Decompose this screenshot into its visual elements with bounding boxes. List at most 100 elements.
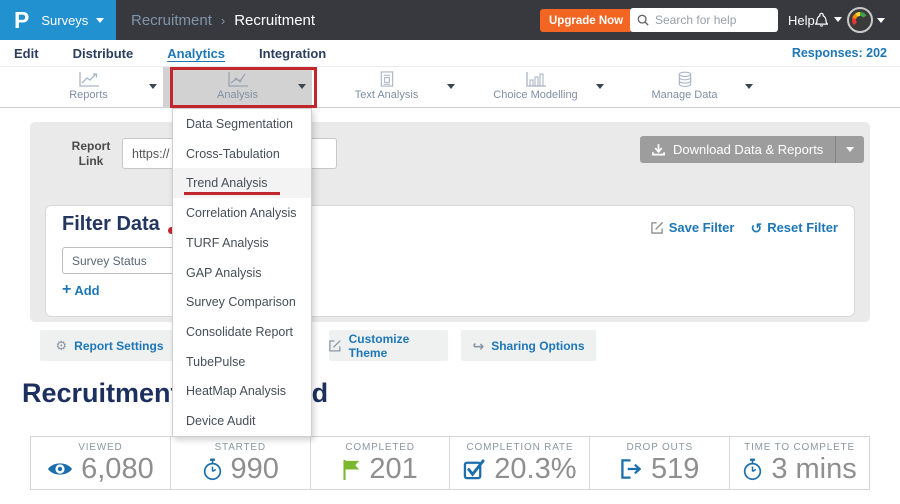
menu-item-device-audit[interactable]: Device Audit (173, 406, 311, 436)
menu-item-survey-comparison[interactable]: Survey Comparison (173, 287, 311, 317)
reset-icon: ↺ (750, 221, 762, 235)
stat-completion-rate: COMPLETION RATE 20.3% (450, 437, 590, 489)
help-link[interactable]: Help (788, 13, 815, 28)
tab-customize-theme[interactable]: Customize Theme (329, 330, 448, 361)
plus-icon: + (62, 282, 71, 298)
chevron-down-icon (149, 84, 157, 89)
toolbar-item-label: Reports (14, 89, 163, 101)
bell-icon (813, 10, 830, 28)
report-panel: Report Link Download Data & Reports Filt… (30, 122, 870, 322)
top-header: P Surveys Recruitment › Recruitment Upgr… (0, 0, 900, 40)
stat-value: 3 mins (771, 454, 856, 484)
save-filter-button[interactable]: Save Filter (651, 220, 735, 235)
toolbar-item-text-analysis[interactable]: Text Analysis (312, 67, 461, 108)
stat-label: STARTED (215, 442, 266, 453)
checkbox-icon (463, 458, 486, 480)
stat-completed: COMPLETED 201 (311, 437, 451, 489)
add-filter-label: Add (74, 283, 99, 298)
stat-value: 990 (231, 454, 279, 484)
toolbar-item-analysis[interactable]: Analysis (163, 67, 312, 108)
stat-value: 20.3% (494, 454, 576, 484)
edit-icon (651, 221, 664, 234)
toolbar-item-reports[interactable]: Reports (14, 67, 163, 108)
stat-drop-outs: DROP OUTS 519 (590, 437, 730, 489)
report-link-label: Report Link (68, 139, 114, 169)
nav-item-analytics[interactable]: Analytics (167, 46, 225, 61)
line-chart-icon (78, 71, 100, 88)
breadcrumb: Recruitment › Recruitment (131, 0, 315, 40)
stat-value: 519 (651, 454, 699, 484)
exit-icon (620, 458, 643, 480)
stopwatch-icon (202, 458, 223, 481)
nav-item-distribute[interactable]: Distribute (73, 46, 134, 61)
database-icon (676, 71, 694, 88)
tab-sharing-options[interactable]: ↪ Sharing Options (461, 330, 596, 361)
toolbar-item-label: Analysis (163, 89, 312, 101)
stat-viewed: VIEWED 6,080 (31, 437, 171, 489)
help-search[interactable] (630, 8, 778, 32)
stat-label: TIME TO COMPLETE (744, 442, 855, 453)
menu-item-gap-analysis[interactable]: GAP Analysis (173, 258, 311, 288)
search-input[interactable] (655, 13, 770, 27)
tab-label: Customize Theme (349, 332, 448, 360)
chevron-down-icon (846, 147, 854, 152)
download-icon (652, 143, 665, 156)
chevron-down-icon (596, 84, 604, 89)
chevron-down-icon (834, 17, 842, 22)
reset-filter-button[interactable]: ↺ Reset Filter (750, 220, 838, 235)
filter-data-title: Filter Data (62, 213, 160, 236)
stat-started: STARTED 990 (171, 437, 311, 489)
pencil-icon (329, 339, 342, 352)
download-data-reports-button[interactable]: Download Data & Reports (640, 136, 864, 163)
stat-label: COMPLETED (345, 442, 414, 453)
tab-label: Report Settings (74, 339, 163, 353)
trend-chart-icon (227, 71, 249, 88)
questionpro-logo: P (14, 7, 29, 34)
chevron-down-icon (447, 84, 455, 89)
menu-item-heatmap-analysis[interactable]: HeatMap Analysis (173, 377, 311, 407)
download-dropdown-toggle[interactable] (835, 136, 864, 163)
toolbar-item-choice-modelling[interactable]: Choice Modelling (461, 67, 610, 108)
add-filter-button[interactable]: + Add (62, 282, 100, 298)
notifications-menu[interactable] (813, 10, 842, 28)
survey-stats-bar: VIEWED 6,080 STARTED 990 (30, 436, 870, 490)
responses-count[interactable]: Responses: 202 (792, 46, 887, 60)
menu-item-tubepulse[interactable]: TubePulse (173, 347, 311, 377)
chevron-down-icon (96, 18, 104, 23)
menu-item-correlation-analysis[interactable]: Correlation Analysis (173, 198, 311, 228)
stat-value: 201 (369, 454, 417, 484)
filter-data-panel: Filter Data Save Filter ↺ Reset Filter S… (45, 205, 855, 317)
nav-item-integration[interactable]: Integration (259, 46, 326, 61)
menu-item-turf-analysis[interactable]: TURF Analysis (173, 228, 311, 258)
survey-status-value: Survey Status (72, 254, 147, 268)
breadcrumb-parent[interactable]: Recruitment (131, 12, 212, 29)
save-filter-label: Save Filter (669, 220, 735, 235)
upgrade-now-button[interactable]: Upgrade Now (540, 9, 632, 32)
menu-item-cross-tabulation[interactable]: Cross-Tabulation (173, 139, 311, 169)
chevron-down-icon (877, 18, 885, 23)
stat-label: VIEWED (78, 442, 122, 453)
menu-item-trend-analysis[interactable]: Trend Analysis (173, 168, 311, 198)
flag-icon (342, 458, 361, 481)
stat-label: DROP OUTS (626, 442, 692, 453)
workspace-label: Surveys (41, 13, 88, 28)
toolbar-item-label: Manage Data (610, 89, 759, 101)
toolbar-item-label: Text Analysis (312, 89, 461, 101)
menu-item-data-segmentation[interactable]: Data Segmentation (173, 109, 311, 139)
search-icon (637, 14, 649, 26)
breadcrumb-separator: › (221, 13, 225, 28)
nav-item-edit[interactable]: Edit (14, 46, 39, 61)
stat-value: 6,080 (81, 454, 154, 484)
avatar (847, 7, 873, 33)
chevron-down-icon (298, 84, 306, 89)
share-icon: ↪ (472, 339, 484, 353)
gear-icon: ⚙ (56, 339, 68, 352)
toolbar-item-label: Choice Modelling (461, 89, 610, 101)
surveys-product-menu[interactable]: P Surveys (0, 0, 116, 40)
account-menu[interactable] (847, 7, 885, 33)
red-underline-annotation (184, 192, 280, 195)
menu-item-consolidate-report[interactable]: Consolidate Report (173, 317, 311, 347)
tab-report-settings[interactable]: ⚙ Report Settings (40, 330, 179, 361)
stat-time-to-complete: TIME TO COMPLETE 3 mins (730, 437, 869, 489)
toolbar-item-manage-data[interactable]: Manage Data (610, 67, 759, 108)
